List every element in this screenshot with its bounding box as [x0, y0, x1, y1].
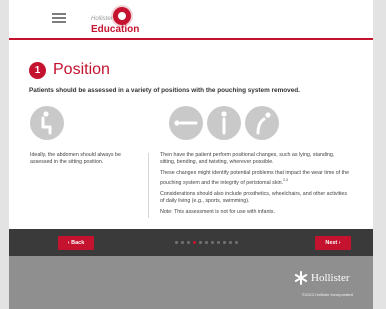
reference-superscript: 2,3	[283, 178, 288, 183]
copyright-text: ©2023 Hollister Incorporated	[302, 292, 353, 297]
header-divider	[9, 38, 373, 40]
hollister-snowflake-icon	[294, 271, 308, 285]
footer: Hollister ©2023 Hollister Incorporated	[9, 256, 373, 309]
header: Hollister Education	[9, 0, 373, 38]
logo-brand-text: Hollister	[91, 16, 113, 22]
page-dot[interactable]	[181, 241, 184, 244]
page-dot[interactable]	[199, 241, 202, 244]
position-instructions: Then have the patient perform positional…	[160, 152, 350, 220]
back-button[interactable]: ‹ Back	[58, 236, 94, 250]
column-divider	[148, 153, 149, 218]
next-button[interactable]: Next ›	[315, 236, 351, 250]
bending-icon	[245, 106, 279, 140]
instruction-paragraph-1: Then have the patient perform positional…	[160, 152, 335, 166]
instruction-paragraph-2: These changes might identify potential p…	[160, 170, 350, 187]
page-subtitle: Patients should be assessed in a variety…	[29, 87, 300, 94]
page-dot[interactable]	[193, 241, 196, 244]
hollister-education-logo[interactable]: Hollister Education	[91, 5, 151, 36]
hamburger-menu-icon[interactable]	[52, 13, 66, 24]
page-dot[interactable]	[211, 241, 214, 244]
sitting-icon	[30, 106, 64, 140]
page-dot[interactable]	[175, 241, 178, 244]
page-dot[interactable]	[223, 241, 226, 244]
hollister-brand: Hollister	[294, 270, 350, 286]
brand-name: Hollister	[311, 272, 350, 284]
page-dot[interactable]	[217, 241, 220, 244]
navigation-bar: ‹ Back Next ›	[9, 229, 373, 256]
instruction-paragraph-3: Considerations should also include prost…	[160, 190, 347, 204]
app-window: Hollister Education 1 Position Patients …	[9, 0, 373, 309]
page-dot[interactable]	[205, 241, 208, 244]
logo-title-text: Education	[91, 24, 140, 35]
page-title: Position	[53, 61, 110, 78]
page-dot[interactable]	[187, 241, 190, 244]
lying-icon	[169, 106, 203, 140]
instruction-note: Note: This assessment is not for use wit…	[160, 208, 276, 215]
next-button-label: Next	[325, 240, 338, 246]
instruction-paragraph-2-text: These changes might identify potential p…	[160, 170, 350, 186]
back-button-label: Back	[71, 240, 85, 246]
chevron-right-icon: ›	[337, 240, 341, 246]
page-dot[interactable]	[229, 241, 232, 244]
page-indicator	[175, 241, 238, 244]
standing-icon	[207, 106, 241, 140]
sitting-position-note: Ideally, the abdomen should always be as…	[30, 152, 121, 166]
page-dot[interactable]	[235, 241, 238, 244]
step-number-badge: 1	[29, 62, 46, 79]
